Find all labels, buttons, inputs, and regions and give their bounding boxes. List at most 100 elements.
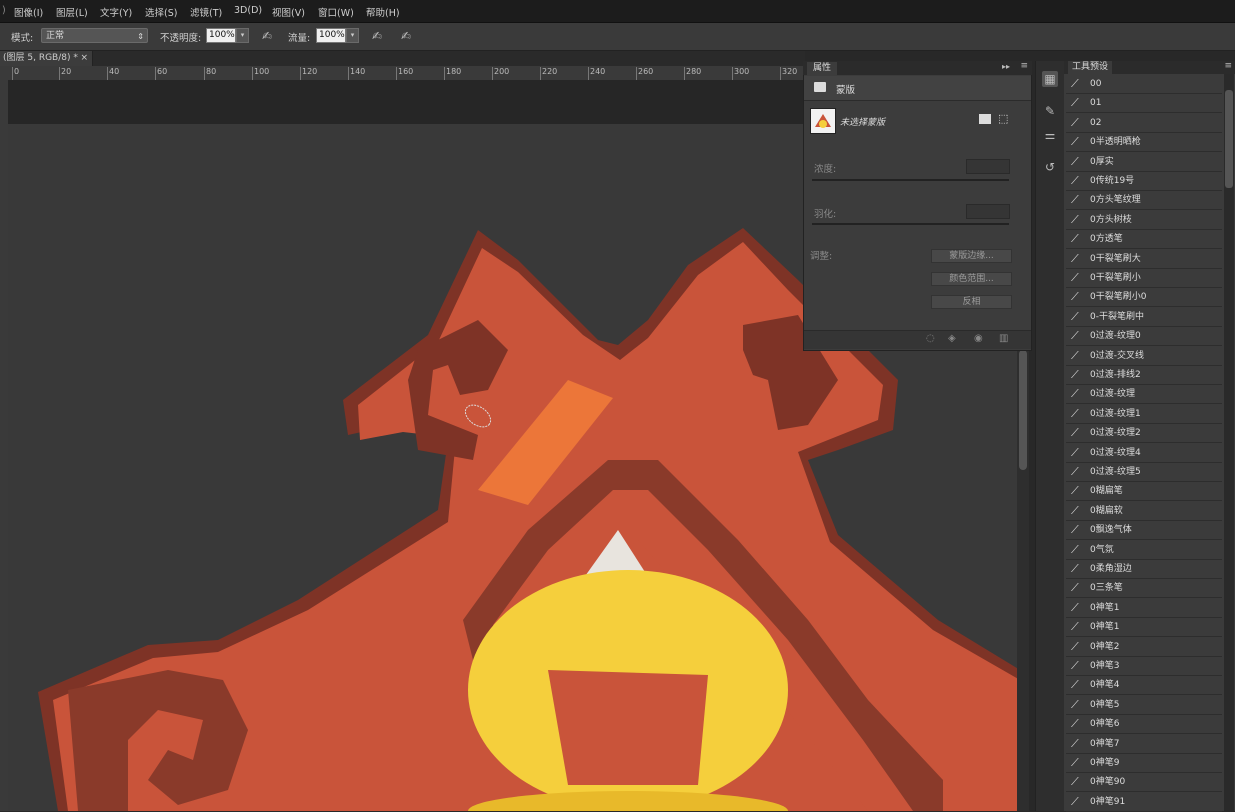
- opacity-input[interactable]: 100%: [206, 28, 236, 43]
- menu-layer[interactable]: 图层(L): [56, 5, 88, 19]
- brush-icon: ⟋: [1071, 406, 1079, 420]
- collapse-icon[interactable]: ▸▸: [1002, 62, 1010, 71]
- document-tab[interactable]: (图层 5, RGB/8) * ×: [0, 51, 93, 66]
- brush-icon: ⟋: [1071, 77, 1079, 90]
- preset-item[interactable]: ⟋ 0过渡-纹理0: [1066, 327, 1222, 347]
- load-selection-icon[interactable]: ◌: [926, 333, 935, 344]
- menu-help[interactable]: 帮助(H): [366, 5, 400, 19]
- brush-icon: ⟋: [1071, 659, 1079, 672]
- properties-tab[interactable]: 属性: [807, 62, 838, 75]
- preset-item[interactable]: ⟋ 0神笔9: [1066, 754, 1222, 773]
- preset-item[interactable]: ⟋ 0神笔6: [1066, 715, 1222, 735]
- apply-mask-icon[interactable]: ◈: [948, 333, 956, 344]
- panel-menu-icon[interactable]: ≡: [1020, 61, 1028, 71]
- preset-label: 0神笔4: [1090, 680, 1120, 691]
- brush-icon: ⟋: [1071, 678, 1079, 692]
- pressure-size-icon[interactable]: ✍: [399, 29, 413, 43]
- airbrush-icon[interactable]: ✍: [370, 29, 384, 43]
- brush-presets-dock-icon[interactable]: ⚌: [1042, 127, 1058, 143]
- preset-item[interactable]: ⟋ 01: [1066, 94, 1222, 114]
- menu-select[interactable]: 选择(S): [145, 5, 177, 19]
- preset-item[interactable]: ⟋ 0神笔1: [1066, 599, 1222, 618]
- preset-item[interactable]: ⟋ 0过渡-纹理: [1066, 385, 1222, 405]
- preset-item[interactable]: ⟋ 0三条笔: [1066, 579, 1222, 599]
- opacity-dropdown[interactable]: ▾: [236, 28, 249, 43]
- feather-slider[interactable]: [812, 223, 1009, 225]
- preset-item[interactable]: ⟋ 0神笔5: [1066, 696, 1222, 715]
- preset-item[interactable]: ⟋ 0过渡-纹理2: [1066, 424, 1222, 444]
- menu-filter[interactable]: 滤镜(T): [190, 5, 222, 19]
- mask-edge-button[interactable]: 蒙版边缘...: [931, 249, 1012, 263]
- pressure-opacity-icon[interactable]: ✍: [260, 29, 274, 43]
- color-range-button[interactable]: 颜色范围...: [931, 272, 1012, 286]
- ruler-label: 140: [350, 67, 366, 76]
- flow-label: 流量:: [288, 33, 311, 44]
- adjust-label: 调整:: [810, 251, 833, 262]
- properties-panel-header: 属性 ▸▸ ≡: [803, 61, 1032, 75]
- menu-view[interactable]: 视图(V): [272, 5, 305, 19]
- preset-item[interactable]: ⟋ 0干裂笔刷小: [1066, 269, 1222, 288]
- preset-label: 0过渡-排线2: [1090, 370, 1141, 380]
- presets-scrollbar-thumb[interactable]: [1225, 90, 1233, 188]
- preset-item[interactable]: ⟋ 0飘逸气体: [1066, 521, 1222, 541]
- preset-item[interactable]: ⟋ 0气氛: [1066, 541, 1222, 560]
- preset-item[interactable]: ⟋ 0神笔4: [1066, 676, 1222, 696]
- ruler-tick: [252, 67, 253, 80]
- close-icon[interactable]: ×: [80, 51, 88, 66]
- preset-item[interactable]: ⟋ 0过渡-纹理4: [1066, 444, 1222, 463]
- brush-icon: ⟋: [1071, 368, 1079, 381]
- preset-item[interactable]: ⟋ 0半透明晒枪: [1066, 133, 1222, 153]
- preset-item[interactable]: ⟋ 0厚实: [1066, 153, 1222, 172]
- preset-item[interactable]: ⟋ 0过渡-排线2: [1066, 366, 1222, 385]
- preset-item[interactable]: ⟋ 0神笔3: [1066, 657, 1222, 676]
- vector-mask-icon[interactable]: ⬚: [998, 112, 1008, 125]
- preset-item[interactable]: ⟋ 0方头树枝: [1066, 211, 1222, 230]
- density-input[interactable]: [966, 159, 1010, 174]
- preset-item[interactable]: ⟋ 00: [1066, 75, 1222, 94]
- menu-window[interactable]: 窗口(W): [318, 5, 354, 19]
- density-slider[interactable]: [812, 179, 1009, 181]
- menu-3d[interactable]: 3D(D): [234, 5, 262, 16]
- canvas-scrollbar-thumb[interactable]: [1019, 350, 1027, 470]
- flow-input[interactable]: 100%: [316, 28, 346, 43]
- ruler-tick: [588, 67, 589, 80]
- preset-label: 0方头笔纹理: [1090, 195, 1141, 206]
- preset-item[interactable]: ⟋ 0神笔90: [1066, 773, 1222, 793]
- preset-item[interactable]: ⟋ 0过渡-纹理5: [1066, 463, 1222, 482]
- preset-item[interactable]: ⟋ 0干裂笔刷小0: [1066, 288, 1222, 308]
- pixel-mask-icon[interactable]: [979, 114, 991, 124]
- preset-item[interactable]: ⟋ 02: [1066, 114, 1222, 133]
- preset-item[interactable]: ⟋ 0神笔91: [1066, 793, 1222, 812]
- brush-dock-icon[interactable]: ✎: [1042, 103, 1058, 119]
- preset-item[interactable]: ⟋ 0过渡-交叉线: [1066, 347, 1222, 366]
- menu-image[interactable]: 图像(I): [14, 5, 43, 19]
- ruler-label: 180: [446, 67, 462, 76]
- preset-item[interactable]: ⟋ 0神笔2: [1066, 638, 1222, 657]
- preset-item[interactable]: ⟋ 0糊扁软: [1066, 502, 1222, 521]
- preset-item[interactable]: ⟋ 0神笔1: [1066, 618, 1222, 638]
- mode-select[interactable]: 正常 ⇕: [41, 28, 148, 43]
- preset-item[interactable]: ⟋ 0方透笔: [1066, 230, 1222, 250]
- ruler-label: 20: [61, 67, 72, 76]
- invert-button[interactable]: 反相: [931, 295, 1012, 309]
- menu-type[interactable]: 文字(Y): [100, 5, 132, 19]
- preset-item[interactable]: ⟋ 0-干裂笔刷中: [1066, 308, 1222, 327]
- preset-item[interactable]: ⟋ 0传统19号: [1066, 172, 1222, 191]
- preset-label: 0过渡-纹理5: [1090, 467, 1141, 477]
- preset-item[interactable]: ⟋ 0神笔7: [1066, 735, 1222, 754]
- ruler-label: 100: [254, 67, 270, 76]
- preset-item[interactable]: ⟋ 0糊扁笔: [1066, 482, 1222, 502]
- preset-item[interactable]: ⟋ 0方头笔纹理: [1066, 191, 1222, 211]
- flow-dropdown[interactable]: ▾: [346, 28, 359, 43]
- preset-item[interactable]: ⟋ 0柔角湿边: [1066, 560, 1222, 579]
- properties-dock-icon[interactable]: ▦: [1042, 71, 1058, 87]
- trash-icon[interactable]: ▥: [999, 333, 1008, 344]
- preset-item[interactable]: ⟋ 0干裂笔刷大: [1066, 250, 1222, 269]
- feather-input[interactable]: [966, 204, 1010, 219]
- tool-presets-tab[interactable]: 工具预设: [1068, 61, 1113, 74]
- visibility-icon[interactable]: ◉: [974, 333, 983, 344]
- history-dock-icon[interactable]: ↺: [1042, 159, 1058, 175]
- properties-footer: ◌ ◈ ◉ ▥: [804, 330, 1031, 349]
- preset-item[interactable]: ⟋ 0过渡-纹理1: [1066, 405, 1222, 424]
- panel-menu-icon[interactable]: ≡: [1224, 61, 1232, 71]
